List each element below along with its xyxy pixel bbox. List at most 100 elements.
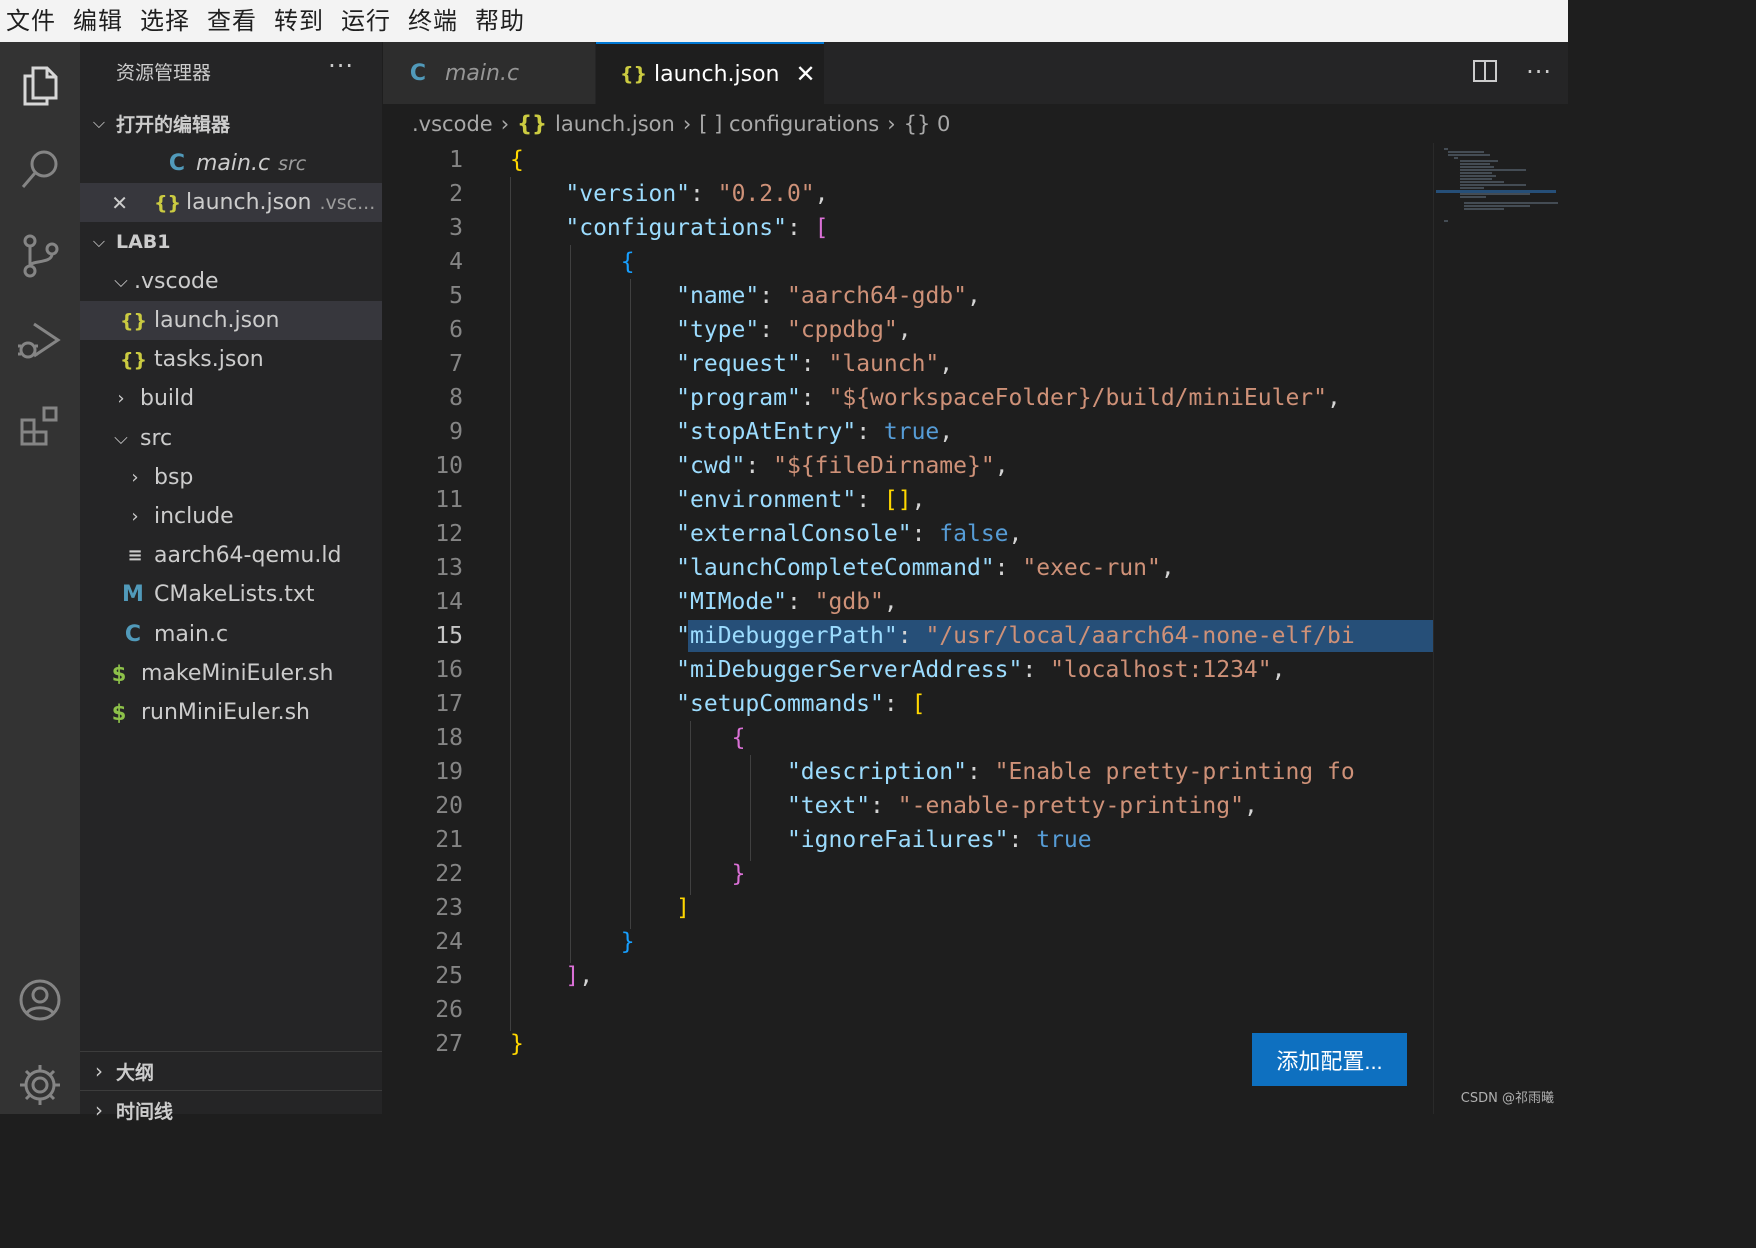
line-number: 4 <box>449 249 463 275</box>
menu-help[interactable]: 帮助 <box>469 0 536 42</box>
code-line: 22 } <box>383 857 1433 891</box>
code-line: 20 "text": "-enable-pretty-printing", <box>383 789 1433 823</box>
account-icon[interactable] <box>12 972 68 1028</box>
chevron-right-icon: › <box>887 112 896 136</box>
code-line: 7 "request": "launch", <box>383 347 1433 381</box>
line-number: 7 <box>449 351 463 377</box>
breadcrumb-item[interactable]: [ ] configurations <box>699 112 879 136</box>
line-number: 2 <box>449 181 463 207</box>
tree-folder-vscode[interactable]: ⌵ .vscode <box>80 262 382 301</box>
breadcrumb-item[interactable]: launch.json <box>555 112 675 136</box>
close-icon[interactable]: ✕ <box>796 60 816 88</box>
extensions-icon[interactable] <box>12 398 68 454</box>
more-actions-icon[interactable]: ··· <box>328 52 354 80</box>
shell-file-icon: $ <box>111 661 127 686</box>
add-configuration-button[interactable]: 添加配置... <box>1252 1033 1407 1086</box>
open-editor-main-c[interactable]: C main.c src <box>80 144 382 183</box>
code-line: 6 "type": "cppdbg", <box>383 313 1433 347</box>
line-number: 3 <box>449 215 463 241</box>
tree-item-label: runMiniEuler.sh <box>141 700 310 725</box>
line-number: 18 <box>435 725 463 751</box>
minimap[interactable] <box>1433 143 1569 1114</box>
editor-tab-bar: C main.c {} launch.json ✕ ··· <box>383 42 1568 104</box>
line-number: 24 <box>435 929 463 955</box>
menu-go[interactable]: 转到 <box>268 0 335 42</box>
source-control-icon[interactable] <box>12 227 68 283</box>
outline-title: 大纲 <box>116 1061 155 1084</box>
line-number: 6 <box>449 317 463 343</box>
explorer-title: 资源管理器 <box>116 62 212 84</box>
open-editor-name: launch.json <box>186 190 312 215</box>
code-line: 3 "configurations": [ <box>383 211 1433 245</box>
line-number: 20 <box>435 793 463 819</box>
open-editors-title: 打开的编辑器 <box>116 113 231 136</box>
line-number: 14 <box>435 589 463 615</box>
tree-item-label: launch.json <box>154 308 280 333</box>
more-actions-icon[interactable]: ··· <box>1526 58 1552 90</box>
chevron-down-icon: ⌵ <box>114 271 128 292</box>
outline-section[interactable]: › 大纲 <box>80 1051 382 1090</box>
chevron-right-icon: › <box>131 506 139 527</box>
code-line: 8 "program": "${workspaceFolder}/build/m… <box>383 381 1433 415</box>
tree-folder-src[interactable]: ⌵ src <box>80 419 382 458</box>
explorer-sidebar: 资源管理器 ··· ⌵ 打开的编辑器 C main.c src ✕ {} lau… <box>80 42 382 1123</box>
workspace-section[interactable]: ⌵ LAB1 <box>80 224 382 260</box>
breadcrumb-item[interactable]: {} 0 <box>904 112 951 136</box>
tree-folder-build[interactable]: › build <box>80 379 382 418</box>
explorer-icon[interactable] <box>12 58 68 114</box>
line-number: 21 <box>435 827 463 853</box>
menu-selection[interactable]: 选择 <box>134 0 201 42</box>
tree-file-launch-json[interactable]: {} launch.json <box>80 301 382 340</box>
menu-run[interactable]: 运行 <box>335 0 402 42</box>
line-number: 26 <box>435 997 463 1023</box>
split-editor-icon[interactable] <box>1472 58 1498 90</box>
menu-terminal[interactable]: 终端 <box>402 0 469 42</box>
text-file-icon: ≡ <box>127 545 143 566</box>
tree-file-main-c[interactable]: C main.c <box>80 615 382 654</box>
tab-main-c[interactable]: C main.c <box>383 42 595 104</box>
settings-gear-icon[interactable] <box>12 1057 68 1113</box>
tree-item-label: src <box>140 426 173 451</box>
line-number: 15 <box>435 623 463 649</box>
line-number: 9 <box>449 419 463 445</box>
chevron-right-icon: › <box>95 1098 103 1122</box>
code-line: 24 } <box>383 925 1433 959</box>
menu-view[interactable]: 查看 <box>201 0 268 42</box>
tree-file-tasks-json[interactable]: {} tasks.json <box>80 340 382 379</box>
cmake-file-icon: M <box>122 582 144 607</box>
open-editors-section[interactable]: ⌵ 打开的编辑器 <box>80 105 382 141</box>
code-line: 9 "stopAtEntry": true, <box>383 415 1433 449</box>
line-number: 27 <box>435 1031 463 1057</box>
json-file-icon: {} <box>517 112 548 136</box>
line-number: 1 <box>449 147 463 173</box>
tree-item-label: tasks.json <box>154 347 264 372</box>
tab-launch-json[interactable]: {} launch.json ✕ <box>596 42 824 104</box>
tree-file-makeminieuler-sh[interactable]: $ makeMiniEuler.sh <box>80 654 382 693</box>
tree-folder-bsp[interactable]: › bsp <box>80 458 382 497</box>
code-line: 26 <box>383 993 1433 1027</box>
line-number: 12 <box>435 521 463 547</box>
code-line: 14 "MIMode": "gdb", <box>383 585 1433 619</box>
line-number: 22 <box>435 861 463 887</box>
run-debug-icon[interactable] <box>12 312 68 368</box>
chevron-down-icon: ⌵ <box>114 428 128 449</box>
line-number: 11 <box>435 487 463 513</box>
timeline-section[interactable]: › 时间线 <box>80 1090 382 1129</box>
breadcrumb-item[interactable]: .vscode <box>412 112 493 136</box>
chevron-down-icon: ⌵ <box>92 232 106 251</box>
menu-edit[interactable]: 编辑 <box>67 0 134 42</box>
code-line: 16 "miDebuggerServerAddress": "localhost… <box>383 653 1433 687</box>
tab-label: launch.json <box>654 61 780 87</box>
search-icon[interactable] <box>12 142 68 198</box>
tree-file-runminieuler-sh[interactable]: $ runMiniEuler.sh <box>80 693 382 732</box>
close-icon[interactable]: ✕ <box>80 191 128 215</box>
open-editor-launch-json[interactable]: ✕ {} launch.json .vsc... <box>80 183 382 222</box>
tree-file-aarch64-qemu-ld[interactable]: ≡ aarch64-qemu.ld <box>80 536 382 575</box>
menu-file[interactable]: 文件 <box>0 0 67 42</box>
tree-item-label: include <box>154 504 234 529</box>
tree-folder-include[interactable]: › include <box>80 497 382 536</box>
tree-file-cmakelists[interactable]: M CMakeLists.txt <box>80 575 382 614</box>
chevron-right-icon: › <box>682 112 692 136</box>
code-editor[interactable]: 1{ 2 "version": "0.2.0", 3 "configuratio… <box>383 143 1433 1114</box>
code-line: 19 "description": "Enable pretty-printin… <box>383 755 1433 789</box>
